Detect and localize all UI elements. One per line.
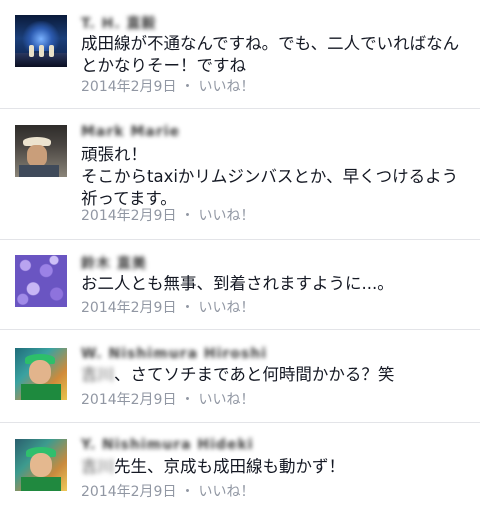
meta-separator: ・: [180, 79, 195, 95]
comment-text-line: 頑張れ！: [81, 145, 147, 164]
commenter-name[interactable]: 鈴木 直美: [81, 253, 147, 273]
avatar[interactable]: [15, 255, 67, 307]
like-link[interactable]: いいね！: [198, 484, 254, 500]
comment-item: Y. Nishimura Hideki 吉川先生、京成も成田線も動かず！ 201…: [0, 423, 480, 513]
avatar-shirt: [21, 477, 61, 491]
comment-meta: 2014年2月9日・いいね！: [81, 76, 254, 96]
like-link[interactable]: いいね！: [198, 208, 254, 224]
comment-item: T. H. 直毅 成田線が不通なんですね。でも、二人でいればなんとかなりそー！で…: [0, 0, 480, 109]
like-link[interactable]: いいね！: [198, 79, 254, 95]
comment-text: 成田線が不通なんですね。でも、二人でいればなんとかなりそー！ですね: [81, 34, 460, 75]
mention-name[interactable]: 吉川: [81, 365, 114, 384]
commenter-name[interactable]: Y. Nishimura Hideki: [81, 437, 254, 453]
commenter-name[interactable]: T. H. 直毅: [81, 13, 157, 33]
comment-date[interactable]: 2014年2月9日: [81, 79, 176, 95]
avatar[interactable]: [15, 125, 67, 177]
comment-date[interactable]: 2014年2月9日: [81, 392, 176, 408]
avatar-figure: [39, 45, 44, 57]
meta-separator: ・: [180, 392, 195, 408]
avatar-figure: [29, 45, 34, 57]
avatar-shirt: [21, 384, 61, 400]
comment-text-line: そこからtaxiかリムジンバスとか、早くつけるよう祈ってます。: [81, 167, 459, 208]
avatar-body: [19, 165, 59, 177]
comment-list: T. H. 直毅 成田線が不通なんですね。でも、二人でいればなんとかなりそー！で…: [0, 0, 480, 513]
comment-text: 頑張れ！ そこからtaxiかリムジンバスとか、早くつけるよう祈ってます。: [81, 144, 466, 210]
mention-name[interactable]: 吉川: [81, 457, 114, 476]
avatar[interactable]: [15, 348, 67, 400]
comment-text: お二人とも無事、到着されますように...。: [81, 274, 394, 293]
comment-meta: 2014年2月9日・いいね！: [81, 481, 254, 501]
comment-meta: 2014年2月9日・いいね！: [81, 205, 254, 225]
meta-separator: ・: [180, 300, 195, 316]
avatar[interactable]: [15, 439, 67, 491]
avatar-figure: [49, 45, 54, 57]
commenter-name[interactable]: Mark Marie: [81, 124, 180, 140]
comment-date[interactable]: 2014年2月9日: [81, 484, 176, 500]
comment-item: W. Nishimura Hiroshi 吉川、さてソチまであと何時間かかる？笑…: [0, 330, 480, 423]
like-link[interactable]: いいね！: [198, 392, 254, 408]
meta-separator: ・: [180, 208, 195, 224]
avatar-face: [27, 145, 47, 167]
comment-date[interactable]: 2014年2月9日: [81, 208, 176, 224]
commenter-name[interactable]: W. Nishimura Hiroshi: [81, 346, 267, 362]
like-link[interactable]: いいね！: [198, 300, 254, 316]
comment-item: Mark Marie 頑張れ！ そこからtaxiかリムジンバスとか、早くつけるよ…: [0, 109, 480, 240]
avatar[interactable]: [15, 15, 67, 67]
comment-text-body: 先生、京成も成田線も動かず！: [114, 457, 345, 476]
comment-meta: 2014年2月9日・いいね！: [81, 389, 254, 409]
comment-text: 吉川、さてソチまであと何時間かかる？笑: [81, 364, 466, 386]
comment-date[interactable]: 2014年2月9日: [81, 300, 176, 316]
meta-separator: ・: [180, 484, 195, 500]
comment-text: 吉川先生、京成も成田線も動かず！: [81, 456, 466, 478]
avatar-face: [30, 453, 52, 477]
comment-text-body: 、さてソチまであと何時間かかる？笑: [114, 365, 395, 384]
comment-item: 鈴木 直美 お二人とも無事、到着されますように...。 2014年2月9日・いい…: [0, 240, 480, 330]
comment-meta: 2014年2月9日・いいね！: [81, 297, 254, 317]
avatar-face: [29, 360, 51, 384]
